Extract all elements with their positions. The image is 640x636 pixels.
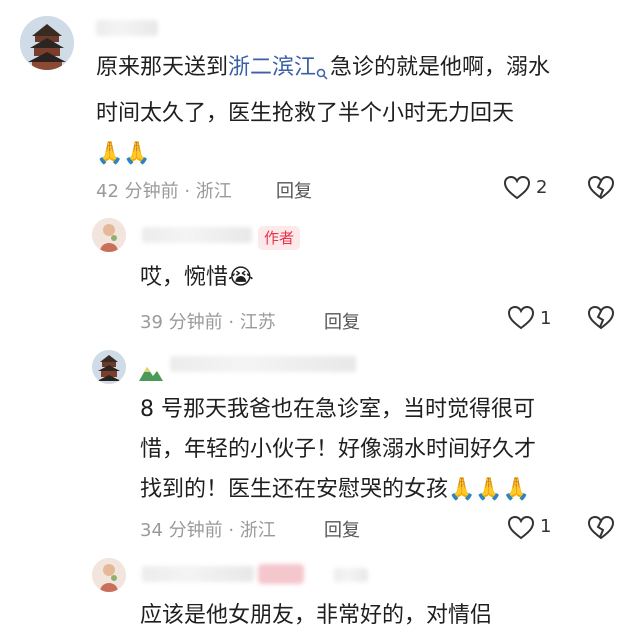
mountain-badge-icon bbox=[138, 362, 164, 386]
broken-heart-icon[interactable] bbox=[587, 305, 615, 334]
comment-text: 原来那天送到 bbox=[96, 55, 229, 80]
avatar[interactable] bbox=[92, 218, 126, 252]
comment-text: 8 号那天我爸也在急诊室，当时觉得很可 bbox=[140, 397, 535, 422]
emoji-line: 🙏🙏 bbox=[96, 141, 151, 166]
heart-icon[interactable] bbox=[507, 515, 535, 544]
username-blurred bbox=[96, 20, 158, 36]
broken-heart-icon[interactable] bbox=[587, 175, 615, 204]
author-tag: 作者 bbox=[258, 226, 301, 250]
username-blurred bbox=[334, 568, 368, 582]
heart-icon[interactable] bbox=[503, 175, 531, 204]
username-blurred bbox=[170, 356, 356, 372]
figure-avatar-icon bbox=[92, 558, 126, 592]
avatar[interactable] bbox=[92, 350, 126, 384]
comment-body: 哎，惋惜😭 bbox=[140, 265, 254, 290]
broken-heart-icon[interactable] bbox=[587, 515, 615, 544]
reply-button[interactable]: 回复 bbox=[324, 308, 360, 334]
comment-meta: 42 分钟前 · 浙江 bbox=[96, 181, 232, 202]
reply-button[interactable]: 回复 bbox=[324, 516, 360, 542]
avatar[interactable] bbox=[92, 558, 126, 592]
like-count: 1 bbox=[540, 308, 552, 329]
pavilion-avatar-icon bbox=[92, 350, 126, 384]
username-blurred bbox=[142, 566, 254, 582]
username-blurred bbox=[258, 564, 304, 584]
search-icon[interactable] bbox=[316, 54, 328, 94]
comment-meta: 34 分钟前 · 浙江 bbox=[140, 520, 276, 541]
comment-meta: 39 分钟前 · 江苏 bbox=[140, 312, 276, 333]
username-blurred bbox=[142, 227, 252, 243]
heart-icon[interactable] bbox=[507, 305, 535, 334]
like-count: 1 bbox=[540, 516, 552, 537]
like-count: 2 bbox=[536, 177, 548, 198]
link-hashtag[interactable]: 浙二滨江 bbox=[228, 55, 316, 80]
comment-body: 8 号那天我爸也在急诊室，当时觉得很可 惜，年轻的小伙子！好像溺水时间好久才 找… bbox=[140, 390, 636, 510]
comment-text: 找到的！医生还在安慰哭的女孩🙏🙏🙏 bbox=[140, 477, 531, 502]
comment-body: 原来那天送到浙二滨江 急诊的就是他啊，溺水 时间太久了，医生抢救了半个小时无力回… bbox=[96, 48, 636, 174]
reply-button[interactable]: 回复 bbox=[276, 177, 312, 203]
comment-text: 惜，年轻的小伙子！好像溺水时间好久才 bbox=[140, 437, 537, 462]
pavilion-avatar-icon bbox=[20, 16, 74, 70]
figure-avatar-icon bbox=[92, 218, 126, 252]
comment-text: 急诊的就是他啊，溺水 bbox=[330, 55, 551, 80]
comment-body: 应该是他女朋友，非常好的，对情侣 bbox=[140, 603, 493, 628]
avatar[interactable] bbox=[20, 16, 74, 70]
comment-text: 时间太久了，医生抢救了半个小时无力回天 bbox=[96, 101, 515, 126]
